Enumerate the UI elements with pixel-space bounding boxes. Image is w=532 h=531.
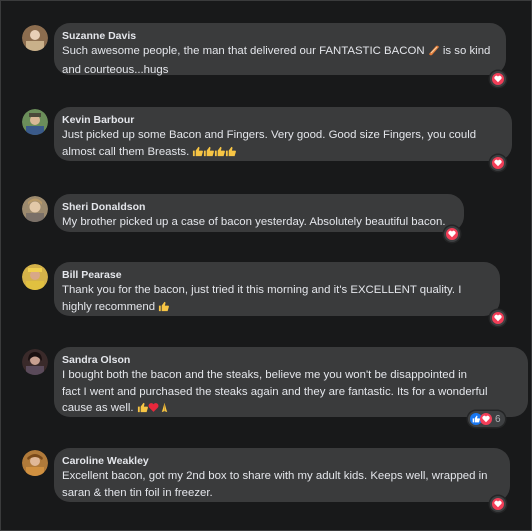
love-reaction-icon bbox=[492, 157, 504, 169]
thumbs-up-emoji bbox=[203, 146, 215, 163]
bacon-emoji bbox=[428, 44, 440, 62]
comment-text: fact I went and purchased the steaks aga… bbox=[62, 385, 488, 398]
reaction-summary[interactable] bbox=[490, 496, 506, 512]
comment-text: Such awesome people, the man that delive… bbox=[62, 43, 494, 62]
reaction-summary[interactable] bbox=[444, 226, 460, 242]
avatar[interactable] bbox=[22, 349, 48, 375]
commenter-name[interactable]: Sheri Donaldson bbox=[62, 200, 452, 214]
comment-text: cause as well. bbox=[62, 400, 516, 419]
commenter-name[interactable]: Bill Pearase bbox=[62, 268, 488, 282]
love-reaction-icon bbox=[492, 73, 504, 85]
red-heart-emoji bbox=[148, 402, 159, 419]
love-reaction-icon bbox=[492, 312, 504, 324]
avatar[interactable] bbox=[22, 109, 48, 135]
comment-text: highly recommend bbox=[62, 299, 488, 318]
thumbs-up-emoji bbox=[158, 301, 170, 318]
comment-bubble: Kevin Barbour Just picked up some Bacon … bbox=[54, 107, 512, 161]
commenter-name[interactable]: Sandra Olson bbox=[62, 353, 516, 367]
comment-text: almost call them Breasts. bbox=[62, 144, 500, 163]
commenter-name[interactable]: Caroline Weakley bbox=[62, 454, 498, 468]
comment-bubble: Caroline Weakley Excellent bacon, got my… bbox=[54, 448, 510, 502]
avatar[interactable] bbox=[22, 264, 48, 290]
comment-text: Just picked up some Bacon and Fingers. V… bbox=[62, 129, 477, 141]
love-reaction-icon bbox=[480, 413, 492, 425]
reaction-summary[interactable] bbox=[490, 71, 506, 87]
thumbs-up-emoji bbox=[225, 146, 237, 163]
comment-text: My brother picked up a case of bacon yes… bbox=[62, 216, 446, 228]
reaction-summary[interactable] bbox=[490, 310, 506, 326]
comment-bubble: Sandra Olson I bought both the bacon and… bbox=[54, 347, 528, 417]
reaction-summary[interactable] bbox=[490, 155, 506, 171]
thumbs-up-emoji bbox=[214, 146, 226, 163]
reaction-summary[interactable]: 6 bbox=[468, 411, 505, 427]
comment-text: Excellent bacon, got my 2nd box to share… bbox=[62, 470, 488, 482]
comment-text: and courteous...hugs bbox=[62, 63, 169, 76]
love-reaction-icon bbox=[492, 498, 504, 510]
comment-text: saran & then tin foil in freezer. bbox=[62, 486, 213, 499]
comment-text: I bought both the bacon and the steaks, … bbox=[62, 369, 467, 381]
praying-emoji bbox=[159, 402, 170, 419]
love-reaction-icon bbox=[446, 228, 458, 240]
thumbs-up-emoji bbox=[137, 402, 148, 419]
comment-bubble: Suzanne Davis Such awesome people, the m… bbox=[54, 23, 506, 76]
comment-text: Thank you for the bacon, just tried it t… bbox=[62, 284, 462, 296]
avatar[interactable] bbox=[22, 196, 48, 222]
avatar[interactable] bbox=[22, 25, 48, 51]
reaction-count: 6 bbox=[495, 413, 501, 425]
comment-bubble: Bill Pearase Thank you for the bacon, ju… bbox=[54, 262, 500, 316]
commenter-name[interactable]: Kevin Barbour bbox=[62, 113, 500, 127]
comment-bubble: Sheri Donaldson My brother picked up a c… bbox=[54, 194, 464, 232]
thumbs-up-emoji bbox=[192, 146, 204, 163]
commenter-name[interactable]: Suzanne Davis bbox=[62, 29, 494, 43]
avatar[interactable] bbox=[22, 450, 48, 476]
